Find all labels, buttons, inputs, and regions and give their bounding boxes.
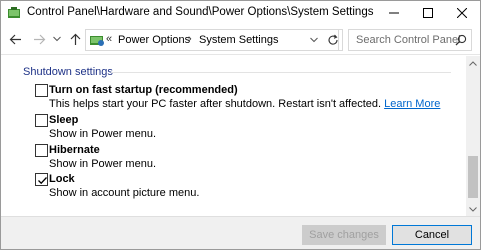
button-bar: Save changes Cancel [1, 216, 480, 249]
settings-window: Control Panel\Hardware and Sound\Power O… [0, 0, 481, 250]
window-title: Control Panel\Hardware and Sound\Power O… [27, 6, 374, 18]
option-description: Show in Power menu. [49, 128, 156, 140]
fast-startup-checkbox[interactable] [35, 84, 48, 97]
option-description: Show in account picture menu. [49, 187, 200, 199]
navigation-bar: « Power Options › System Settings Search… [1, 25, 480, 55]
address-bar[interactable]: « Power Options › System Settings [85, 29, 339, 51]
breadcrumb-overflow[interactable]: « [106, 33, 112, 45]
search-placeholder: Search Control Panel [356, 34, 461, 46]
sleep-checkbox[interactable] [35, 114, 48, 127]
scroll-up-arrow-icon[interactable] [466, 56, 480, 70]
scroll-down-arrow-icon[interactable] [466, 202, 480, 216]
learn-more-link[interactable]: Learn More [384, 98, 440, 110]
settings-content: Shutdown settings Turn on fast startup (… [1, 56, 466, 216]
option-description-text: This helps start your PC faster after sh… [49, 98, 385, 110]
option-description: This helps start your PC faster after sh… [49, 98, 440, 110]
refresh-button[interactable] [323, 29, 343, 51]
option-label[interactable]: Sleep [49, 114, 78, 126]
option-label[interactable]: Lock [49, 173, 75, 185]
close-button[interactable] [445, 1, 479, 25]
refresh-icon [327, 34, 338, 45]
option-label[interactable]: Hibernate [49, 144, 100, 156]
hibernate-checkbox[interactable] [35, 144, 48, 157]
search-icon[interactable] [455, 34, 467, 46]
address-dropdown-chevron-icon[interactable] [308, 33, 320, 47]
save-changes-button[interactable]: Save changes [302, 225, 386, 245]
checkmark-icon [38, 177, 47, 185]
section-divider [111, 72, 451, 73]
maximize-button[interactable] [411, 1, 445, 25]
vertical-scrollbar[interactable] [466, 56, 480, 216]
cancel-button[interactable]: Cancel [392, 225, 472, 245]
forward-arrow-icon[interactable] [32, 32, 46, 46]
scrollbar-thumb[interactable] [468, 156, 478, 198]
title-bar: Control Panel\Hardware and Sound\Power O… [1, 1, 480, 25]
recent-locations-chevron-icon[interactable] [52, 34, 62, 44]
option-description: Show in Power menu. [49, 158, 156, 170]
back-arrow-icon[interactable] [8, 32, 22, 46]
control-panel-folder-icon [89, 33, 105, 47]
breadcrumb-system-settings[interactable]: System Settings [199, 34, 278, 46]
breadcrumb-power-options[interactable]: Power Options [118, 34, 190, 46]
section-title: Shutdown settings [23, 66, 113, 78]
breadcrumb-separator[interactable]: › [188, 33, 192, 45]
minimize-button[interactable] [377, 1, 411, 25]
lock-checkbox[interactable] [35, 173, 48, 186]
up-arrow-icon[interactable] [68, 32, 82, 46]
option-label[interactable]: Turn on fast startup (recommended) [49, 84, 238, 96]
search-input[interactable]: Search Control Panel [348, 29, 472, 51]
control-panel-icon [7, 6, 21, 20]
